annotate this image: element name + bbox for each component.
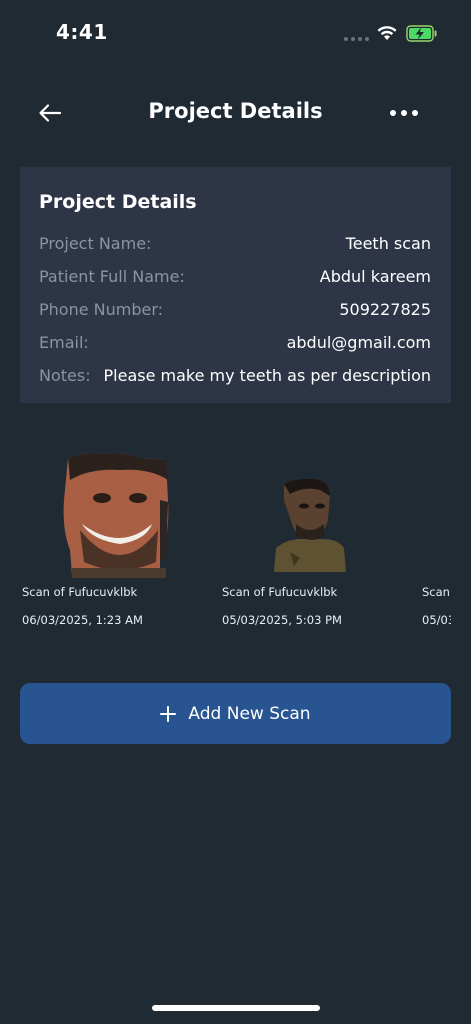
detail-row-project-name: Project Name: Teeth scan: [39, 227, 431, 260]
home-indicator[interactable]: [152, 1005, 320, 1011]
detail-row-email: Email: abdul@gmail.com: [39, 326, 431, 359]
battery-charging-icon: [406, 25, 437, 42]
scans-carousel[interactable]: Scan of Fufucuvklbk 06/03/2025, 1:23 AM …: [0, 440, 451, 640]
scan-thumbnail: [63, 453, 169, 578]
wifi-icon: [377, 26, 397, 40]
more-horizontal-icon: [390, 110, 396, 116]
detail-label: Notes:: [39, 366, 91, 385]
detail-label: Phone Number:: [39, 300, 164, 319]
scan-thumbnail: [420, 440, 451, 580]
detail-row-patient-name: Patient Full Name: Abdul kareem: [39, 260, 431, 293]
detail-value: Abdul kareem: [319, 267, 431, 286]
app-header: Project Details: [0, 84, 471, 142]
detail-value: Please make my teeth as per description: [103, 366, 431, 385]
scan-date: 05/03/2025, 5:03 PM: [222, 613, 342, 627]
detail-value: Teeth scan: [345, 234, 431, 253]
detail-row-phone-number: Phone Number: 509227825: [39, 293, 431, 326]
project-details-card: Project Details Project Name: Teeth scan…: [20, 167, 451, 403]
scan-item[interactable]: Scan of Fufucuvklbk 05/03/2025, 5:03 PM: [220, 440, 410, 640]
add-new-scan-button[interactable]: Add New Scan: [20, 683, 451, 744]
scan-name: Scan: [422, 585, 450, 599]
scan-date: 05/03: [422, 613, 451, 627]
detail-label: Project Name:: [39, 234, 152, 253]
detail-label: Patient Full Name:: [39, 267, 185, 286]
add-new-scan-label: Add New Scan: [188, 703, 311, 724]
status-bar: 4:41: [0, 0, 471, 64]
scan-item[interactable]: Scan of Fufucuvklbk 06/03/2025, 1:23 AM: [20, 440, 210, 640]
scan-item[interactable]: Scan 05/03: [420, 440, 451, 640]
scan-thumbnail: [274, 478, 346, 572]
detail-row-notes: Notes: Please make my teeth as per descr…: [39, 359, 431, 392]
detail-value: 509227825: [339, 300, 431, 319]
plus-icon: [160, 705, 177, 722]
scan-name: Scan of Fufucuvklbk: [22, 585, 138, 599]
project-details-screen: 4:41 Project Details Project Details Pro…: [0, 0, 471, 1024]
card-title: Project Details: [39, 191, 197, 213]
more-options-button[interactable]: [382, 96, 426, 130]
detail-label: Email:: [39, 333, 89, 352]
scan-date: 06/03/2025, 1:23 AM: [22, 613, 143, 627]
scan-name: Scan of Fufucuvklbk: [222, 585, 338, 599]
status-time: 4:41: [56, 20, 108, 44]
detail-value: abdul@gmail.com: [286, 333, 431, 352]
cellular-signal-icon: [344, 37, 369, 41]
